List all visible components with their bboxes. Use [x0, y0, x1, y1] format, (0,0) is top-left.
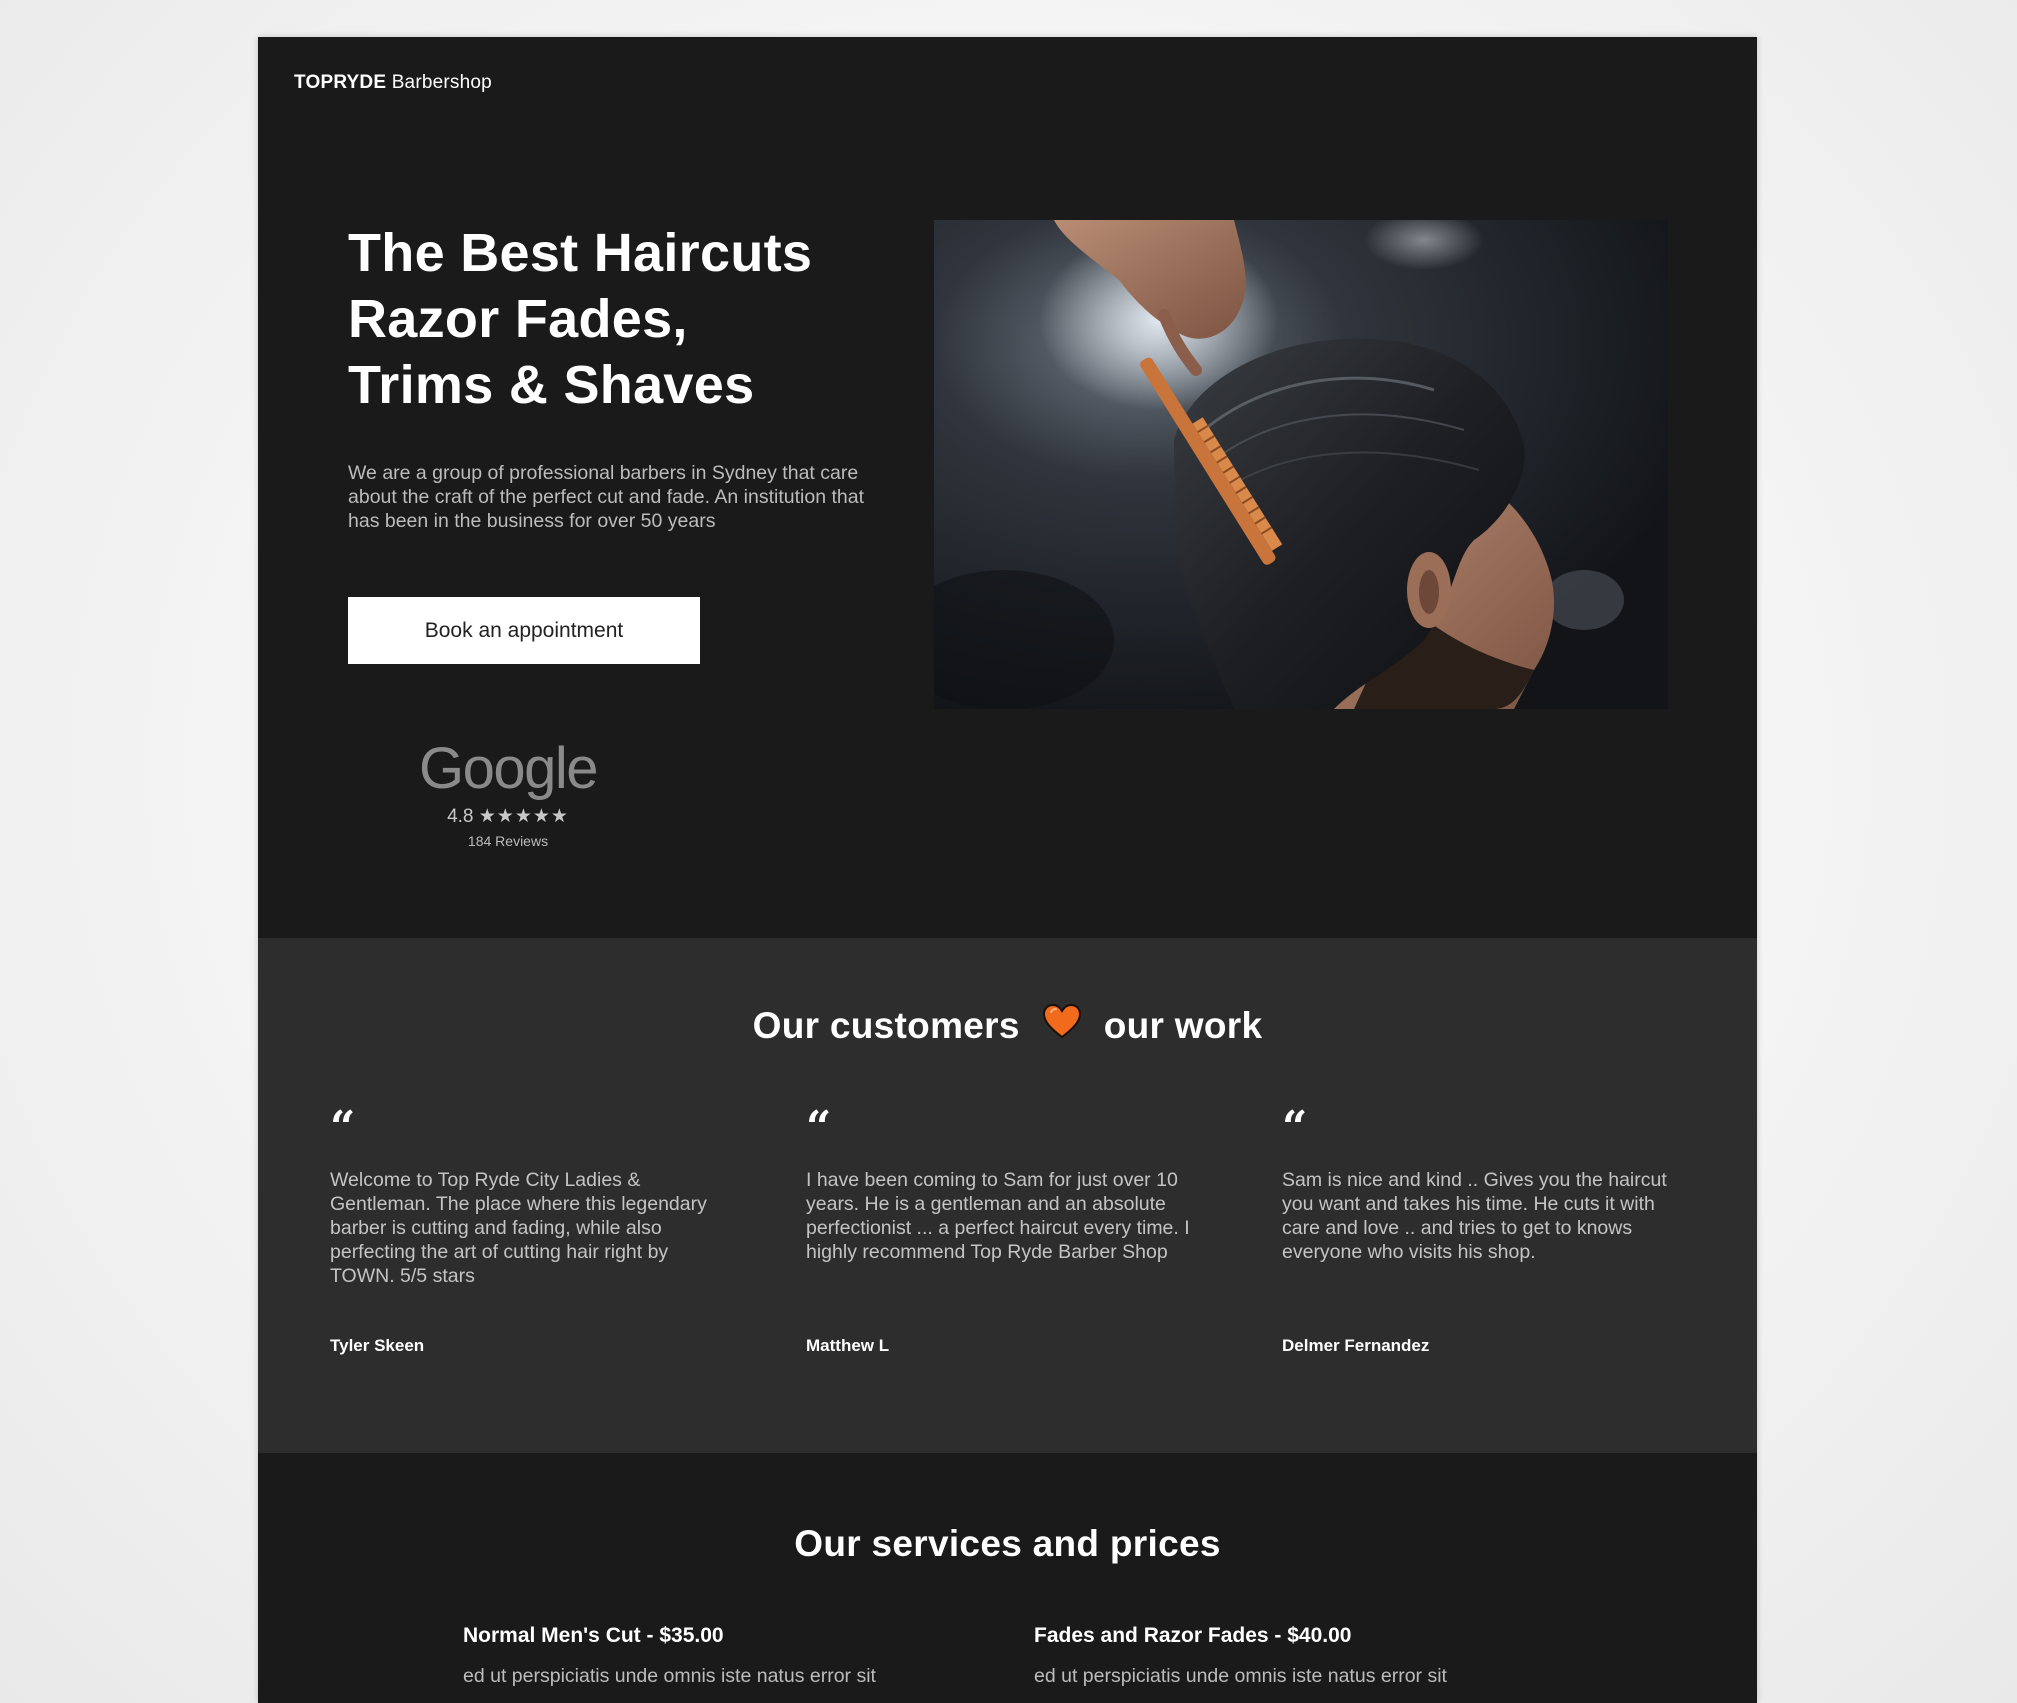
testimonial-author: Tyler Skeen	[330, 1336, 425, 1355]
hero-title-line: Trims & Shaves	[348, 355, 755, 415]
service-name: Fades and Razor Fades - $40.00	[1034, 1624, 1352, 1647]
logo-subtitle: Barbershop	[391, 72, 492, 93]
testimonials-title-left: Our customers	[752, 1005, 1020, 1046]
star-icon: ★★★★★	[478, 806, 569, 827]
google-rating-badge[interactable]: Google 4.8 ★★★★★ 184 Reviews	[348, 736, 668, 850]
testimonials-title: Our customers our work	[258, 1003, 1757, 1048]
testimonial-card: “ Sam is nice and kind .. Gives you the …	[1282, 1102, 1682, 1356]
google-rating: 4.8 ★★★★★	[348, 805, 668, 828]
testimonial-text: I have been coming to Sam for just over …	[806, 1169, 1190, 1263]
service-item: Fades and Razor Fades - $40.00 ed ut per…	[1034, 1624, 1534, 1688]
testimonials-title-right: our work	[1103, 1005, 1263, 1046]
google-logo: Google	[418, 736, 599, 801]
testimonials-section: Our customers our work “ Welcome to Top R…	[258, 938, 1757, 1453]
heart-icon	[1042, 1003, 1082, 1048]
testimonial-author: Matthew L	[806, 1336, 890, 1355]
hero-title-line: The Best Haircuts	[348, 223, 813, 283]
barber-photo	[934, 220, 1668, 709]
book-appointment-button[interactable]: Book an appointment	[348, 597, 700, 664]
service-name: Normal Men's Cut - $35.00	[463, 1624, 724, 1647]
quote-icon: “	[1282, 1102, 1308, 1153]
testimonial-card: “ Welcome to Top Ryde City Ladies & Gent…	[330, 1102, 730, 1356]
hero-section: TOPRYDE Barbershop The Best Haircuts Raz…	[258, 37, 1757, 938]
review-count: 184 Reviews	[467, 833, 549, 849]
site-logo[interactable]: TOPRYDE Barbershop	[294, 72, 492, 94]
landing-page: TOPRYDE Barbershop The Best Haircuts Raz…	[258, 37, 1757, 1703]
testimonial-card: “ I have been coming to Sam for just ove…	[806, 1102, 1206, 1356]
quote-icon: “	[330, 1102, 356, 1153]
service-description: ed ut perspiciatis unde omnis iste natus…	[463, 1665, 876, 1687]
testimonial-author: Delmer Fernandez	[1282, 1336, 1430, 1355]
service-item: Normal Men's Cut - $35.00 ed ut perspici…	[463, 1624, 963, 1688]
services-title: Our services and prices	[794, 1523, 1221, 1564]
hero-description: We are a group of professional barbers i…	[348, 462, 865, 532]
testimonial-text: Welcome to Top Ryde City Ladies & Gentle…	[330, 1169, 707, 1287]
service-description: ed ut perspiciatis unde omnis iste natus…	[1034, 1665, 1447, 1687]
testimonial-text: Sam is nice and kind .. Gives you the ha…	[1282, 1169, 1667, 1263]
quote-icon: “	[806, 1102, 832, 1153]
hero-title-line: Razor Fades,	[348, 289, 688, 349]
services-section: Our services and prices Normal Men's Cut…	[258, 1453, 1757, 1703]
hero-title: The Best Haircuts Razor Fades, Trims & S…	[348, 220, 908, 418]
logo-brand: TOPRYDE	[294, 72, 387, 93]
rating-value: 4.8	[447, 806, 474, 827]
